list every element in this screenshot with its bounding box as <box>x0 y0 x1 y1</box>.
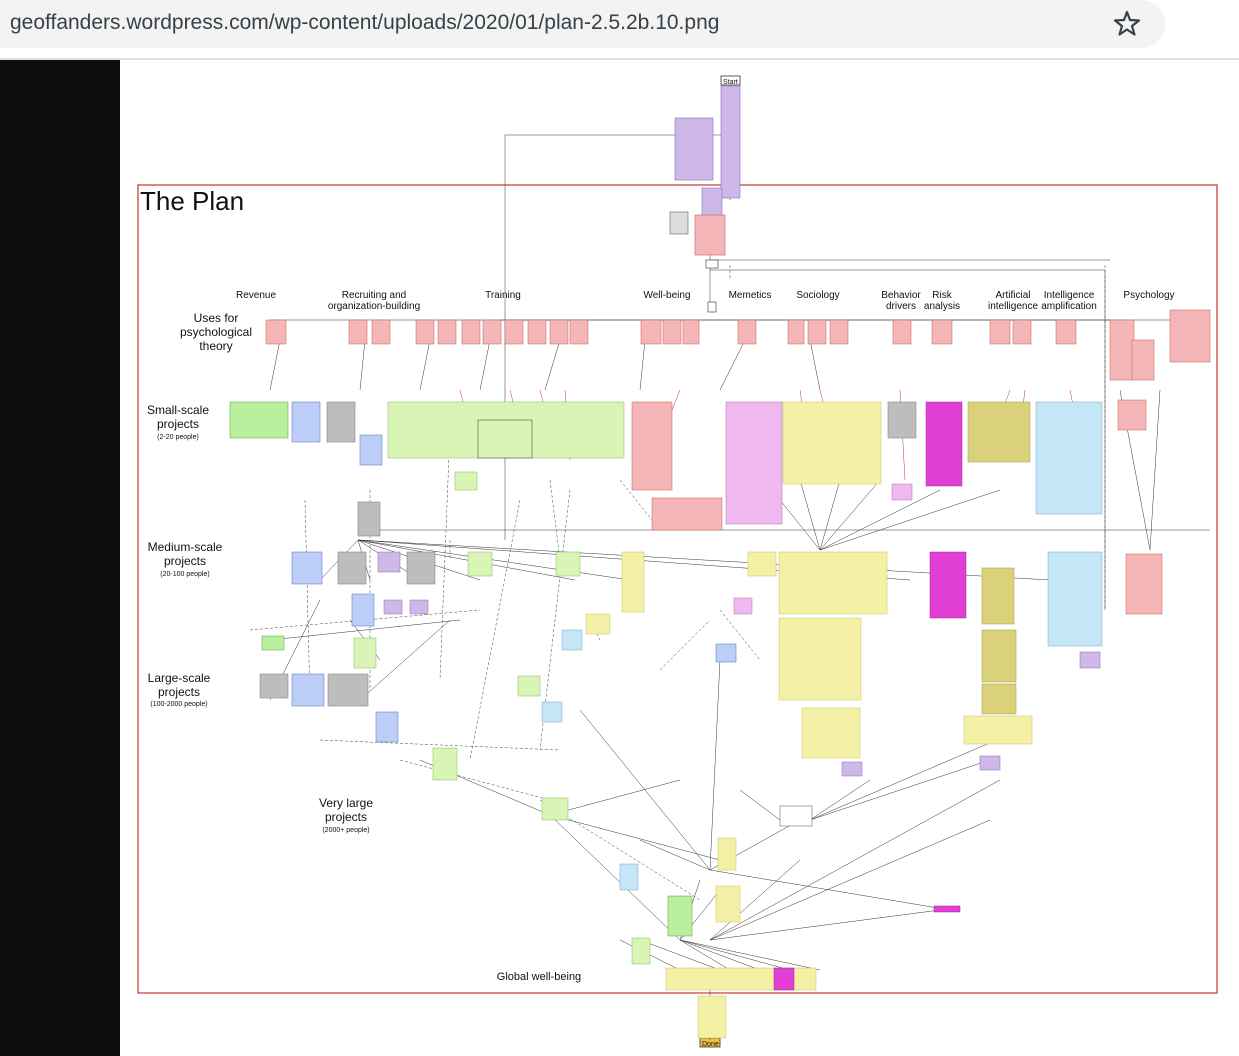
header-revenue: Revenue <box>236 290 276 301</box>
header-risk-analysis: Risk analysis <box>924 290 960 312</box>
row-label-medium-sub: (20-100 people) <box>160 571 209 578</box>
top-purple-nodes <box>669 85 741 313</box>
plan-diagram-image: The Plan Start Done Revenue Recruiting a… <box>120 60 1239 1056</box>
url-text[interactable]: geoffanders.wordpress.com/wp-content/upl… <box>10 11 719 35</box>
row-label-very-large-sub: (2000+ people) <box>322 827 369 834</box>
column-headers: Revenue Recruiting and organization-build… <box>236 290 1175 312</box>
footer-global-well-being: Global well-being <box>497 971 581 983</box>
done-label: Done <box>702 1041 719 1048</box>
small-scale-nodes <box>229 401 1103 537</box>
image-background-left <box>0 60 120 1056</box>
diagram-dashed-edges <box>249 265 1106 901</box>
header-psychology: Psychology <box>1123 290 1174 301</box>
header-sociology: Sociology <box>796 290 839 301</box>
header-recruiting: Recruiting and organization-building <box>328 290 420 312</box>
header-memetics: Memetics <box>729 290 772 301</box>
header-well-being: Well-being <box>643 290 690 301</box>
browser-window: geoffanders.wordpress.com/wp-content/upl… <box>0 0 1239 1056</box>
header-training: Training <box>485 290 521 301</box>
medium-scale-nodes <box>261 551 1163 669</box>
row-label-small-sub: (2-20 people) <box>157 434 199 441</box>
very-large-nodes <box>541 797 961 1039</box>
row-label-large-sub: (100-2000 people) <box>150 701 207 708</box>
row-label-large: Large-scale projects <box>148 671 211 699</box>
plan-title: The Plan <box>140 186 244 216</box>
header-ai: Artificial intelligence <box>988 290 1038 312</box>
row-label-medium: Medium-scale projects <box>148 540 223 568</box>
star-icon[interactable] <box>1112 8 1142 38</box>
header-behavior-drivers: Behavior drivers <box>881 290 921 312</box>
header-intelligence-amplification: Intelligence amplification <box>1041 290 1097 312</box>
plan-diagram: The Plan Start Done Revenue Recruiting a… <box>137 75 1218 1048</box>
row-label-uses: Uses for psychological theory <box>180 311 252 353</box>
address-bar[interactable]: geoffanders.wordpress.com/wp-content/upl… <box>0 0 1165 48</box>
row-label-very-large: Very large projects <box>319 796 373 824</box>
row-label-small: Small-scale projects <box>147 403 209 431</box>
start-label: Start <box>723 79 738 86</box>
